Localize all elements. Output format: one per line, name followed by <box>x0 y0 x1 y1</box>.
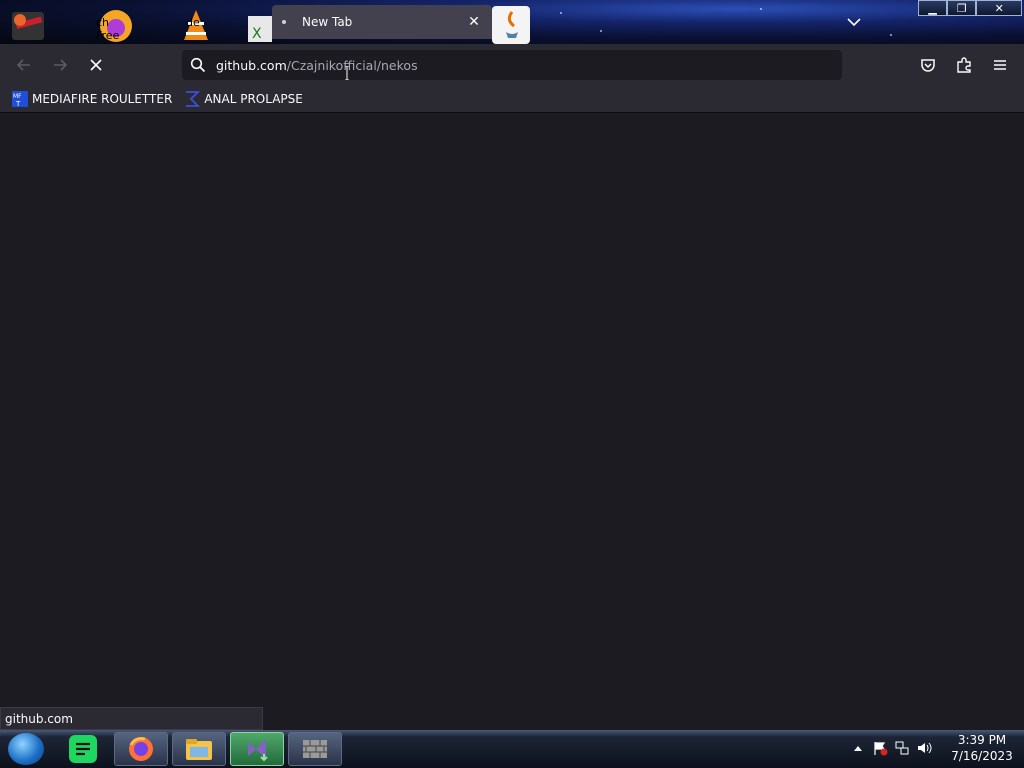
tab-loading-dot-icon <box>282 20 286 24</box>
bookmark-anal-prolapse[interactable]: ANAL PROLAPSE <box>184 88 303 110</box>
wall-app-taskbar-button[interactable] <box>288 732 342 766</box>
pocket-button[interactable] <box>916 53 940 77</box>
bookmark-sigma-icon <box>186 91 201 107</box>
visual-studio-installer-taskbar-button[interactable] <box>230 732 284 766</box>
pocket-icon <box>921 59 935 72</box>
clock-date: 7/16/2023 <box>951 749 1013 763</box>
java-icon[interactable] <box>492 6 532 44</box>
desktop-icon-label: de <box>186 16 200 29</box>
minimize-button[interactable]: ▁ <box>918 0 948 16</box>
desktop-app-icon-2[interactable]: ch Free <box>92 6 132 44</box>
status-panel: github.com <box>0 707 263 730</box>
desktop-app-icon-1[interactable] <box>8 6 48 44</box>
tab-new-tab[interactable]: New Tab ✕ <box>272 5 492 39</box>
show-hidden-icons-chevron-up-icon[interactable] <box>850 740 866 756</box>
bookmark-label: ANAL PROLAPSE <box>204 92 303 106</box>
wallpaper-star <box>560 12 562 14</box>
bookmarks-toolbar: MF T MEDIAFIRE ROULETTER ANAL PROLAPSE <box>0 86 1024 113</box>
page-content <box>0 113 1024 730</box>
wall-app-icon <box>303 740 327 758</box>
start-button[interactable] <box>8 733 44 765</box>
url-host: github.com <box>216 57 287 73</box>
close-tab-icon[interactable]: ✕ <box>466 14 482 30</box>
title-bar: ch Free de X New Tab ✕ ▁ ❐ ✕ <box>0 0 1024 44</box>
hamburger-menu-icon <box>994 60 1006 70</box>
clock-time: 3:39 PM <box>957 733 1007 747</box>
spotify-icon <box>69 735 97 763</box>
visual-studio-installer-icon <box>248 739 268 762</box>
desktop-icon-label: ch Free <box>96 16 120 42</box>
bookmark-mediafire-rouletter[interactable]: MF T MEDIAFIRE ROULETTER <box>12 88 172 110</box>
stop-x-icon <box>90 59 102 71</box>
taskbar-clock[interactable]: 3:39 PM 7/16/2023 <box>950 732 1014 764</box>
restore-button[interactable]: ❐ <box>947 0 977 16</box>
close-button[interactable]: ✕ <box>976 0 1022 16</box>
svg-text:T: T <box>15 100 21 107</box>
tab-title: New Tab <box>302 15 353 29</box>
wallpaper-star <box>600 30 602 32</box>
svg-text:X: X <box>252 26 262 42</box>
forward-arrow-icon <box>54 59 68 71</box>
puzzle-piece-icon <box>957 57 971 73</box>
firefox-icon <box>129 737 153 761</box>
window-controls: ▁ ❐ ✕ <box>918 0 1022 16</box>
url-path: /Czajnikofficial/nekos <box>286 57 418 73</box>
vlc-icon[interactable]: de <box>176 6 216 44</box>
network-icon[interactable] <box>894 740 910 756</box>
back-arrow-icon <box>16 59 30 71</box>
svg-text:MF: MF <box>13 93 22 100</box>
extensions-button[interactable] <box>952 53 976 77</box>
mediafire-icon: MFT <box>12 91 28 107</box>
list-all-tabs-chevron-down-icon[interactable] <box>844 12 864 32</box>
system-tray <box>850 740 932 756</box>
forward-button[interactable] <box>48 53 72 77</box>
search-icon <box>190 57 206 73</box>
text-cursor-icon <box>344 65 349 81</box>
navigation-toolbar: github.com/Czajnikofficial/nekos <box>0 44 1024 86</box>
spotify-taskbar-button[interactable] <box>56 732 110 766</box>
wallpaper-star <box>760 8 762 10</box>
action-center-flag-icon[interactable] <box>872 740 888 756</box>
file-explorer-icon <box>186 739 212 760</box>
stop-loading-button[interactable] <box>84 53 108 77</box>
address-bar[interactable]: github.com/Czajnikofficial/nekos <box>182 50 842 80</box>
bookmark-label: MEDIAFIRE ROULETTER <box>32 92 173 106</box>
firefox-taskbar-button[interactable] <box>114 732 168 766</box>
taskbar: 3:39 PM 7/16/2023 <box>0 730 1024 768</box>
application-menu-button[interactable] <box>988 53 1012 77</box>
file-explorer-taskbar-button[interactable] <box>172 732 226 766</box>
volume-icon[interactable] <box>916 740 932 756</box>
back-button[interactable] <box>12 53 36 77</box>
wallpaper-star <box>890 34 892 36</box>
